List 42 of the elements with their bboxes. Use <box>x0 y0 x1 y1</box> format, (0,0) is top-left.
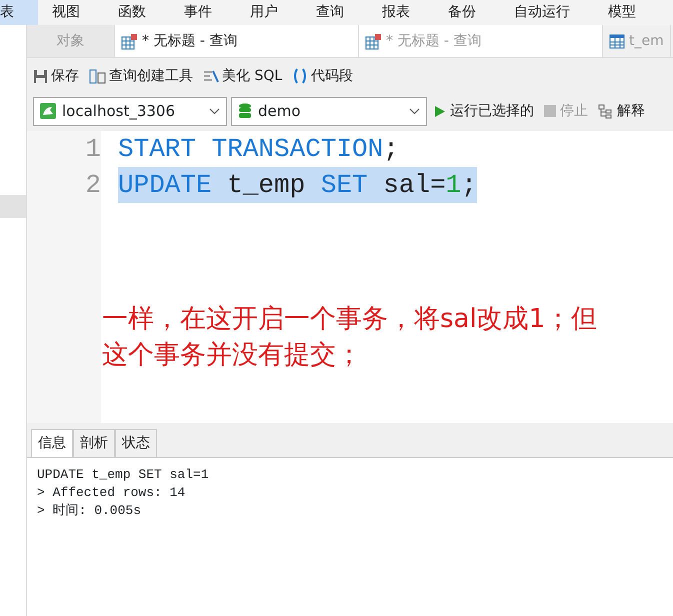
explain-button[interactable]: 解释 <box>595 100 648 122</box>
grid-icon <box>121 34 138 50</box>
menu-item[interactable]: 函数 <box>118 0 146 25</box>
menu-item[interactable]: 表 <box>0 0 38 25</box>
line-number: 2 <box>84 169 101 202</box>
menu-item[interactable]: 视图 <box>52 0 80 25</box>
database-dropdown[interactable]: demo <box>231 96 427 126</box>
menu-item[interactable]: 用户 <box>250 0 278 25</box>
chevron-icon <box>409 108 420 114</box>
save-button[interactable]: 保存 <box>33 66 79 86</box>
grid-icon <box>609 34 625 49</box>
result-tab[interactable]: 剖析 <box>73 429 115 457</box>
stop-icon <box>544 105 556 117</box>
menu-item[interactable]: 报表 <box>382 0 410 25</box>
menu-item[interactable]: 备份 <box>448 0 476 25</box>
connection-dropdown[interactable]: localhost_3306 <box>33 96 227 126</box>
play-icon <box>434 104 446 118</box>
code-line: START TRANSACTION; <box>118 133 399 166</box>
menu-item[interactable]: 事件 <box>184 0 212 25</box>
database-icon <box>238 103 252 119</box>
annotation-text: 一样，在这开启一个事务，将sal改成1；但 <box>102 303 598 336</box>
menu-item[interactable]: 自动运行 <box>514 0 570 25</box>
menu-item[interactable]: 查询 <box>316 0 344 25</box>
result-tab[interactable]: 信息 <box>31 429 73 457</box>
builder-button[interactable]: 查询创建工具 <box>89 66 193 86</box>
menu-item[interactable]: 模型 <box>608 0 636 25</box>
output-line: > 时间: 0.005s <box>37 502 142 520</box>
diagram-icon <box>598 104 613 118</box>
chevron-icon <box>209 108 220 114</box>
annotation-text: 这个事务并没有提交； <box>102 339 363 372</box>
selected-row-highlight[interactable] <box>0 195 26 218</box>
snippet-button[interactable]: 代码段 <box>292 66 354 86</box>
line-number: 1 <box>84 133 101 166</box>
query-tab[interactable]: * 无标题 - 查询 <box>115 25 359 57</box>
parentheses-icon <box>292 68 308 84</box>
output-line: UPDATE t_emp SET sal=1 <box>37 466 210 484</box>
grid-icon <box>365 34 382 50</box>
run-button[interactable]: 运行已选择的 <box>431 100 537 122</box>
beautify-button[interactable]: 美化 SQL <box>203 66 282 86</box>
brush-icon <box>203 68 219 84</box>
result-tab[interactable]: 状态 <box>115 429 157 457</box>
output-line: > Affected rows: 14 <box>37 484 186 502</box>
